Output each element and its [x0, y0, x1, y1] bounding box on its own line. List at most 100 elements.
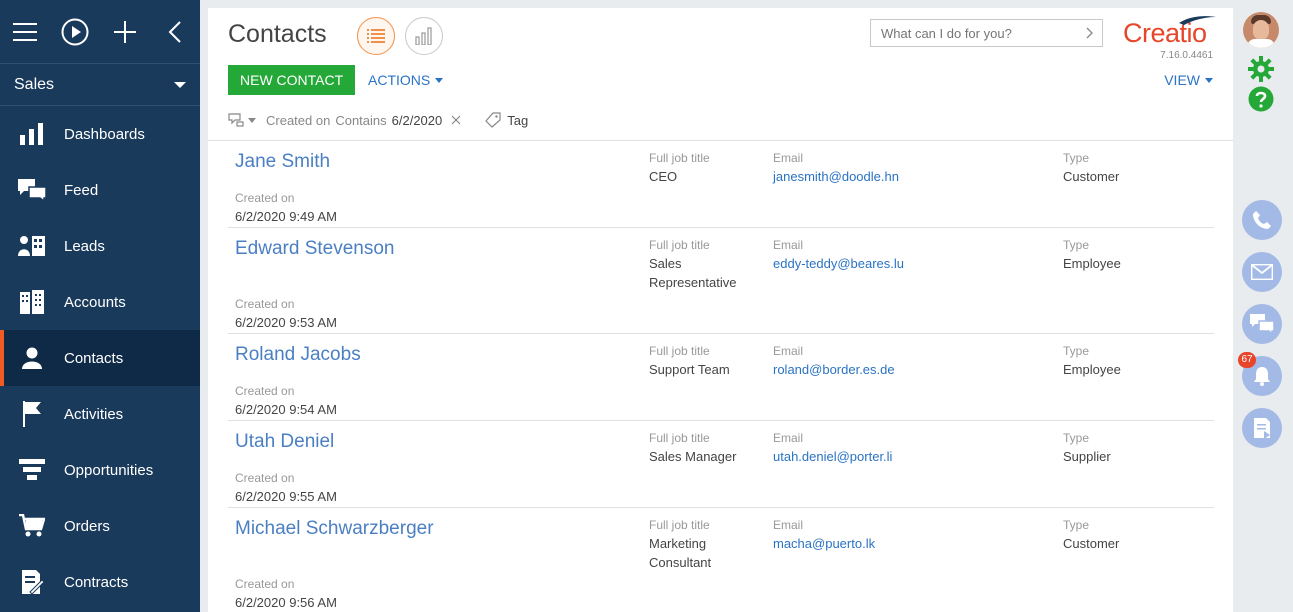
phone-icon: [1253, 211, 1271, 229]
sidebar-item-contacts[interactable]: Contacts: [0, 330, 200, 386]
command-input[interactable]: [881, 25, 1071, 41]
sidebar-item-label: Activities: [64, 405, 124, 423]
contact-name-link[interactable]: Edward Stevenson: [235, 238, 395, 260]
list-view-button[interactable]: [357, 17, 395, 55]
list-icon: [367, 29, 385, 43]
phone-button[interactable]: [1242, 200, 1282, 240]
page-title: Contacts: [228, 20, 327, 48]
leads-icon: [0, 234, 64, 258]
main-panel: Contacts Creatio 7.16.0.4461 NEW CONTACT…: [208, 8, 1233, 612]
tag-icon[interactable]: [483, 112, 501, 128]
chevron-down-icon: [1205, 77, 1213, 83]
sidebar-item-contracts[interactable]: Contracts: [0, 554, 200, 610]
created-on-value: 6/2/2020 9:56 AM: [235, 595, 337, 610]
created-on-value: 6/2/2020 9:53 AM: [235, 315, 337, 330]
plus-icon[interactable]: [100, 0, 150, 64]
sidebar: Sales Dashboards Feed Leads Accounts Con…: [0, 0, 200, 612]
created-on-value: 6/2/2020 9:49 AM: [235, 209, 337, 224]
chat-icon: [1250, 314, 1274, 334]
table-row[interactable]: Utah Deniel Full job title Sales Manager…: [228, 421, 1214, 508]
menu-icon[interactable]: [0, 0, 50, 64]
sidebar-item-label: Leads: [64, 237, 105, 255]
sidebar-item-label: Feed: [64, 181, 99, 199]
job-title-value: Marketing: [649, 536, 707, 551]
contract-icon: [0, 570, 64, 594]
email-link[interactable]: utah.deniel@porter.li: [773, 447, 892, 466]
email-link[interactable]: janesmith@doodle.hn: [773, 167, 899, 186]
process-log-button[interactable]: [1242, 408, 1282, 448]
workspace-selector[interactable]: Sales: [0, 64, 200, 106]
job-title-value-line2: Representative: [649, 275, 737, 290]
view-label: VIEW: [1164, 72, 1200, 88]
contact-list: Jane Smith Full job title CEO Email jane…: [228, 141, 1214, 612]
feed-icon: [0, 179, 64, 201]
email-button[interactable]: [1242, 252, 1282, 292]
sidebar-item-leads[interactable]: Leads: [0, 218, 200, 274]
email-link[interactable]: macha@puerto.lk: [773, 534, 875, 553]
sidebar-item-feed[interactable]: Feed: [0, 162, 200, 218]
collapse-icon[interactable]: [150, 0, 200, 64]
avatar-face: [1253, 20, 1269, 40]
job-title-label: Full job title: [649, 344, 710, 358]
job-title-value: Sales Manager: [649, 449, 737, 464]
job-title-label: Full job title: [649, 151, 710, 165]
job-title-label: Full job title: [649, 518, 710, 532]
sidebar-item-opportunities[interactable]: Opportunities: [0, 442, 200, 498]
created-on-label: Created on: [235, 384, 295, 398]
view-menu-button[interactable]: VIEW: [1164, 72, 1213, 88]
close-icon[interactable]: [451, 115, 461, 125]
email-label: Email: [773, 431, 804, 445]
sidebar-item-dashboards[interactable]: Dashboards: [0, 106, 200, 162]
filter-dropdown[interactable]: [228, 113, 256, 127]
contact-name-link[interactable]: Michael Schwarzberger: [235, 518, 434, 540]
sidebar-item-label: Opportunities: [64, 461, 154, 479]
job-title-value: CEO: [649, 169, 678, 184]
sidebar-topbar: [0, 0, 200, 64]
job-title-value: Support Team: [649, 362, 730, 377]
document-icon: [1254, 418, 1270, 439]
type-label: Type: [1063, 431, 1090, 445]
job-title-label: Full job title: [649, 431, 710, 445]
contact-name-link[interactable]: Jane Smith: [235, 151, 330, 173]
type-value: Customer: [1063, 536, 1120, 551]
avatar[interactable]: [1243, 12, 1279, 48]
email-link[interactable]: roland@border.es.de: [773, 360, 895, 379]
new-contact-button[interactable]: NEW CONTACT: [228, 65, 356, 95]
communication-panel: 67: [1233, 0, 1293, 612]
table-row[interactable]: Roland Jacobs Full job title Support Tea…: [228, 334, 1214, 421]
type-value: Supplier: [1063, 449, 1111, 464]
contact-name-link[interactable]: Roland Jacobs: [235, 344, 361, 366]
tag-label[interactable]: Tag: [507, 113, 528, 128]
sidebar-item-accounts[interactable]: Accounts: [0, 274, 200, 330]
table-row[interactable]: Jane Smith Full job title CEO Email jane…: [228, 141, 1214, 228]
help-icon[interactable]: [1248, 86, 1274, 112]
table-row[interactable]: Michael Schwarzberger Full job title Mar…: [228, 508, 1214, 612]
sidebar-item-orders[interactable]: Orders: [0, 498, 200, 554]
envelope-icon: [1251, 264, 1273, 280]
sidebar-item-label: Orders: [64, 517, 110, 535]
workspace-label: Sales: [14, 75, 55, 93]
chevron-right-icon[interactable]: [1086, 27, 1094, 39]
chat-button[interactable]: [1242, 304, 1282, 344]
play-icon[interactable]: [50, 0, 100, 64]
filter-condition[interactable]: Contains: [335, 113, 386, 128]
type-label: Type: [1063, 151, 1090, 165]
contact-name-link[interactable]: Utah Deniel: [235, 431, 334, 453]
gear-icon[interactable]: [1248, 56, 1274, 82]
filter-field[interactable]: Created on: [266, 113, 330, 128]
type-value: Customer: [1063, 169, 1120, 184]
sidebar-item-label: Dashboards: [64, 125, 145, 143]
email-link[interactable]: eddy-teddy@beares.lu: [773, 254, 904, 273]
sidebar-item-activities[interactable]: Activities: [0, 386, 200, 442]
command-line[interactable]: [870, 19, 1103, 47]
filter-bar: Created on Contains 6/2/2020 Tag: [228, 110, 528, 130]
sidebar-item-label: Contacts: [64, 349, 124, 367]
created-on-label: Created on: [235, 297, 295, 311]
building-icon: [0, 290, 64, 314]
table-row[interactable]: Edward Stevenson Full job title Sales Re…: [228, 228, 1214, 334]
filter-value[interactable]: 6/2/2020: [392, 113, 443, 128]
notifications-badge: 67: [1238, 352, 1256, 368]
actions-menu-button[interactable]: ACTIONS: [368, 72, 444, 88]
job-title-value-line2: Consultant: [649, 555, 712, 570]
analytics-view-button[interactable]: [405, 17, 443, 55]
